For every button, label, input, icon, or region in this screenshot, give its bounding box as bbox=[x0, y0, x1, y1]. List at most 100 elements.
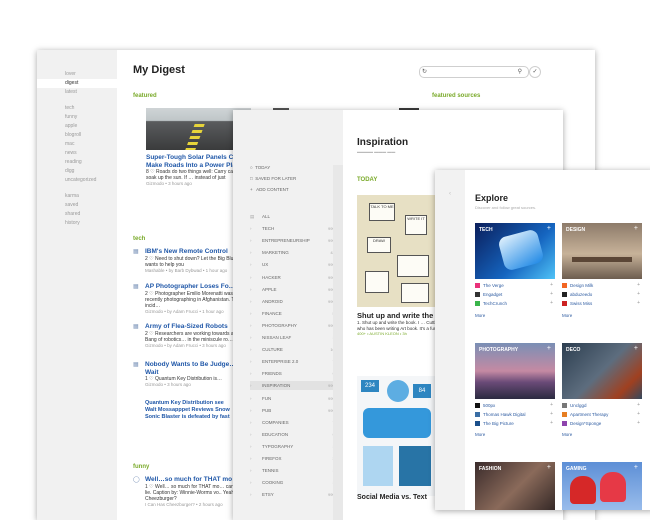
source-name[interactable]: Design Milk bbox=[570, 281, 593, 290]
add-icon[interactable]: + bbox=[550, 290, 553, 299]
more-link[interactable]: More bbox=[475, 313, 485, 318]
more-link[interactable]: More bbox=[562, 313, 572, 318]
nav-today[interactable]: ○ TODAY bbox=[250, 164, 270, 172]
list-item[interactable]: ▦ Nobody Wants to Be Judge… Wait 1 ♡ Qua… bbox=[133, 361, 243, 388]
tile-photography[interactable]: PHOTOGRAPHY + bbox=[475, 343, 555, 399]
article-title[interactable]: AP Photographer Loses Fo… bbox=[145, 283, 243, 291]
nav-item-ux[interactable]: ›UX999+ bbox=[250, 260, 342, 269]
add-icon[interactable]: + bbox=[547, 464, 551, 471]
nav-item-tech[interactable]: ›TECH999+ bbox=[250, 224, 342, 233]
source-item[interactable]: abduzeedo + bbox=[562, 290, 642, 299]
article-title[interactable]: Well…so much for THAT mo bbox=[145, 476, 243, 484]
add-icon[interactable]: + bbox=[550, 281, 553, 290]
mark-read-button[interactable]: ✓ bbox=[529, 66, 541, 78]
list-item[interactable]: ▦ AP Photographer Loses Fo… 2 ♡ Photogra… bbox=[133, 283, 243, 315]
sidebar-item-reading[interactable]: reading bbox=[37, 158, 117, 167]
source-name[interactable]: Thomas Hawk Digital bbox=[483, 410, 526, 419]
add-icon[interactable]: + bbox=[634, 225, 638, 232]
add-icon[interactable]: + bbox=[637, 299, 640, 308]
nav-item-android[interactable]: ›ANDROID999+ bbox=[250, 297, 342, 306]
source-name[interactable]: TechCrunch bbox=[483, 299, 507, 308]
nav-item-nissan-leaf[interactable]: ›NISSAN LEAF17 bbox=[250, 333, 342, 342]
source-item[interactable]: Apartment Therapy + bbox=[562, 410, 642, 419]
more-link[interactable]: More bbox=[475, 432, 485, 437]
sidebar-item-digest[interactable]: digest bbox=[37, 79, 117, 88]
nav-item-entrepreneurship[interactable]: ›ENTREPRENEURSHIP999+ bbox=[250, 236, 342, 245]
nav-item-firefox[interactable]: ›FIREFOX36 bbox=[250, 454, 342, 463]
source-name[interactable]: Apartment Therapy bbox=[570, 410, 608, 419]
nav-item-inspiration[interactable]: ›INSPIRATION999+ bbox=[250, 381, 342, 391]
nav-item-fun[interactable]: ›FUN999+ bbox=[250, 394, 342, 403]
add-icon[interactable]: + bbox=[637, 281, 640, 290]
tile-design[interactable]: DESIGN + bbox=[562, 223, 642, 279]
nav-item-enterprise-2-0[interactable]: ›ENTERPRISE 2.073 bbox=[250, 357, 342, 366]
sidebar-item-blogroll[interactable]: blogroll bbox=[37, 131, 117, 140]
search-input[interactable]: ↻ ⚲ bbox=[419, 66, 529, 78]
article-title[interactable]: Army of Flea-Sized Robots bbox=[145, 323, 243, 331]
nav-item-typography[interactable]: ›TYPOGRAPHY17 bbox=[250, 442, 342, 451]
sidebar-item-history[interactable]: history bbox=[37, 219, 117, 228]
nav-item-finance[interactable]: ›FINANCE53 bbox=[250, 309, 342, 318]
source-item[interactable]: 500px + bbox=[475, 401, 555, 410]
sidebar-item-funny[interactable]: funny bbox=[37, 113, 117, 122]
sidebar-item-news[interactable]: news bbox=[37, 149, 117, 158]
nav-item-pub[interactable]: ›PUB999+ bbox=[250, 406, 342, 415]
source-name[interactable]: The Verge bbox=[483, 281, 504, 290]
source-item[interactable]: The Verge + bbox=[475, 281, 555, 290]
tile-fashion[interactable]: FASHION + bbox=[475, 462, 555, 510]
nav-item-marketing[interactable]: ›MARKETING422 bbox=[250, 248, 342, 257]
add-icon[interactable]: + bbox=[550, 410, 553, 419]
sidebar-item-tech[interactable]: tech bbox=[37, 104, 117, 113]
sidebar-item-uncategorized[interactable]: uncategorized bbox=[37, 176, 117, 185]
sidebar-item-saved[interactable]: saved bbox=[37, 201, 117, 210]
nav-item-companies[interactable]: ›COMPANIES78 bbox=[250, 418, 342, 427]
source-name[interactable]: Unclggd bbox=[570, 401, 587, 410]
infographic-image[interactable]: 234 84 bbox=[357, 376, 437, 496]
nav-item-apple[interactable]: ›APPLE999+ bbox=[250, 285, 342, 294]
source-item[interactable]: Thomas Hawk Digital + bbox=[475, 410, 555, 419]
source-item[interactable]: Swiss Miss + bbox=[562, 299, 642, 308]
nav-item-all[interactable]: ▤ ALL bbox=[250, 212, 342, 221]
source-item[interactable]: Design Milk + bbox=[562, 281, 642, 290]
add-icon[interactable]: + bbox=[637, 290, 640, 299]
nav-item-tennis[interactable]: ›TENNIS17 bbox=[250, 466, 342, 475]
source-item[interactable]: Unclggd + bbox=[562, 401, 642, 410]
refresh-icon[interactable]: ↻ bbox=[422, 67, 427, 77]
nav-item-etsy[interactable]: ›ETSY999+ bbox=[250, 490, 342, 499]
scrollbar[interactable] bbox=[333, 165, 343, 520]
add-icon[interactable]: + bbox=[637, 401, 640, 410]
nav-item-hacker[interactable]: ›HACKER999+ bbox=[250, 273, 342, 282]
sidebar-item-lover[interactable]: lover bbox=[37, 70, 117, 79]
list-item[interactable]: ◯ Well…so much for THAT mo 1 ♡ Well… so … bbox=[133, 476, 243, 508]
sidebar-item-mac[interactable]: mac bbox=[37, 140, 117, 149]
sidebar-item-shared[interactable]: shared bbox=[37, 210, 117, 219]
add-icon[interactable]: + bbox=[634, 345, 638, 352]
related-link[interactable]: Walt Mossapppet Reviews Snow bbox=[145, 407, 243, 414]
nav-item-friends[interactable]: ›FRIENDS99 bbox=[250, 369, 342, 378]
source-name[interactable]: abduzeedo bbox=[570, 290, 592, 299]
source-name[interactable]: Engadget bbox=[483, 290, 502, 299]
related-link[interactable]: Quantum Key Distribution see bbox=[145, 400, 243, 407]
sidebar-item-digg[interactable]: digg bbox=[37, 167, 117, 176]
sidebar-item-karma[interactable]: karma bbox=[37, 192, 117, 201]
nav-item-photography[interactable]: ›PHOTOGRAPHY999+ bbox=[250, 321, 342, 330]
list-item[interactable]: ▦ Army of Flea-Sized Robots 2 ♡ Research… bbox=[133, 323, 243, 349]
tile-deco[interactable]: DECO + bbox=[562, 343, 642, 399]
source-item[interactable]: Engadget + bbox=[475, 290, 555, 299]
source-item[interactable]: The Big Picture + bbox=[475, 419, 555, 428]
nav-item-culture[interactable]: ›CULTURE107 bbox=[250, 345, 342, 354]
tile-tech[interactable]: TECH + bbox=[475, 223, 555, 279]
sidebar-item-apple[interactable]: apple bbox=[37, 122, 117, 131]
tile-gaming[interactable]: GAMING + bbox=[562, 462, 642, 510]
add-icon[interactable]: + bbox=[550, 419, 553, 428]
more-link[interactable]: More bbox=[562, 432, 572, 437]
nav-item-education[interactable]: ›EDUCATION99 bbox=[250, 430, 342, 439]
add-icon[interactable]: + bbox=[637, 410, 640, 419]
related-link[interactable]: Sonic Blaster is defeated by fast bbox=[145, 414, 243, 421]
source-name[interactable]: 500px bbox=[483, 401, 495, 410]
add-icon[interactable]: + bbox=[550, 401, 553, 410]
nav-item-cooking[interactable]: ›COOKING17 bbox=[250, 478, 342, 487]
source-name[interactable]: Design*Sponge bbox=[570, 419, 601, 428]
source-item[interactable]: TechCrunch + bbox=[475, 299, 555, 308]
list-item[interactable]: ▦ IBM's New Remote Control 2 ♡ Need to s… bbox=[133, 248, 243, 274]
